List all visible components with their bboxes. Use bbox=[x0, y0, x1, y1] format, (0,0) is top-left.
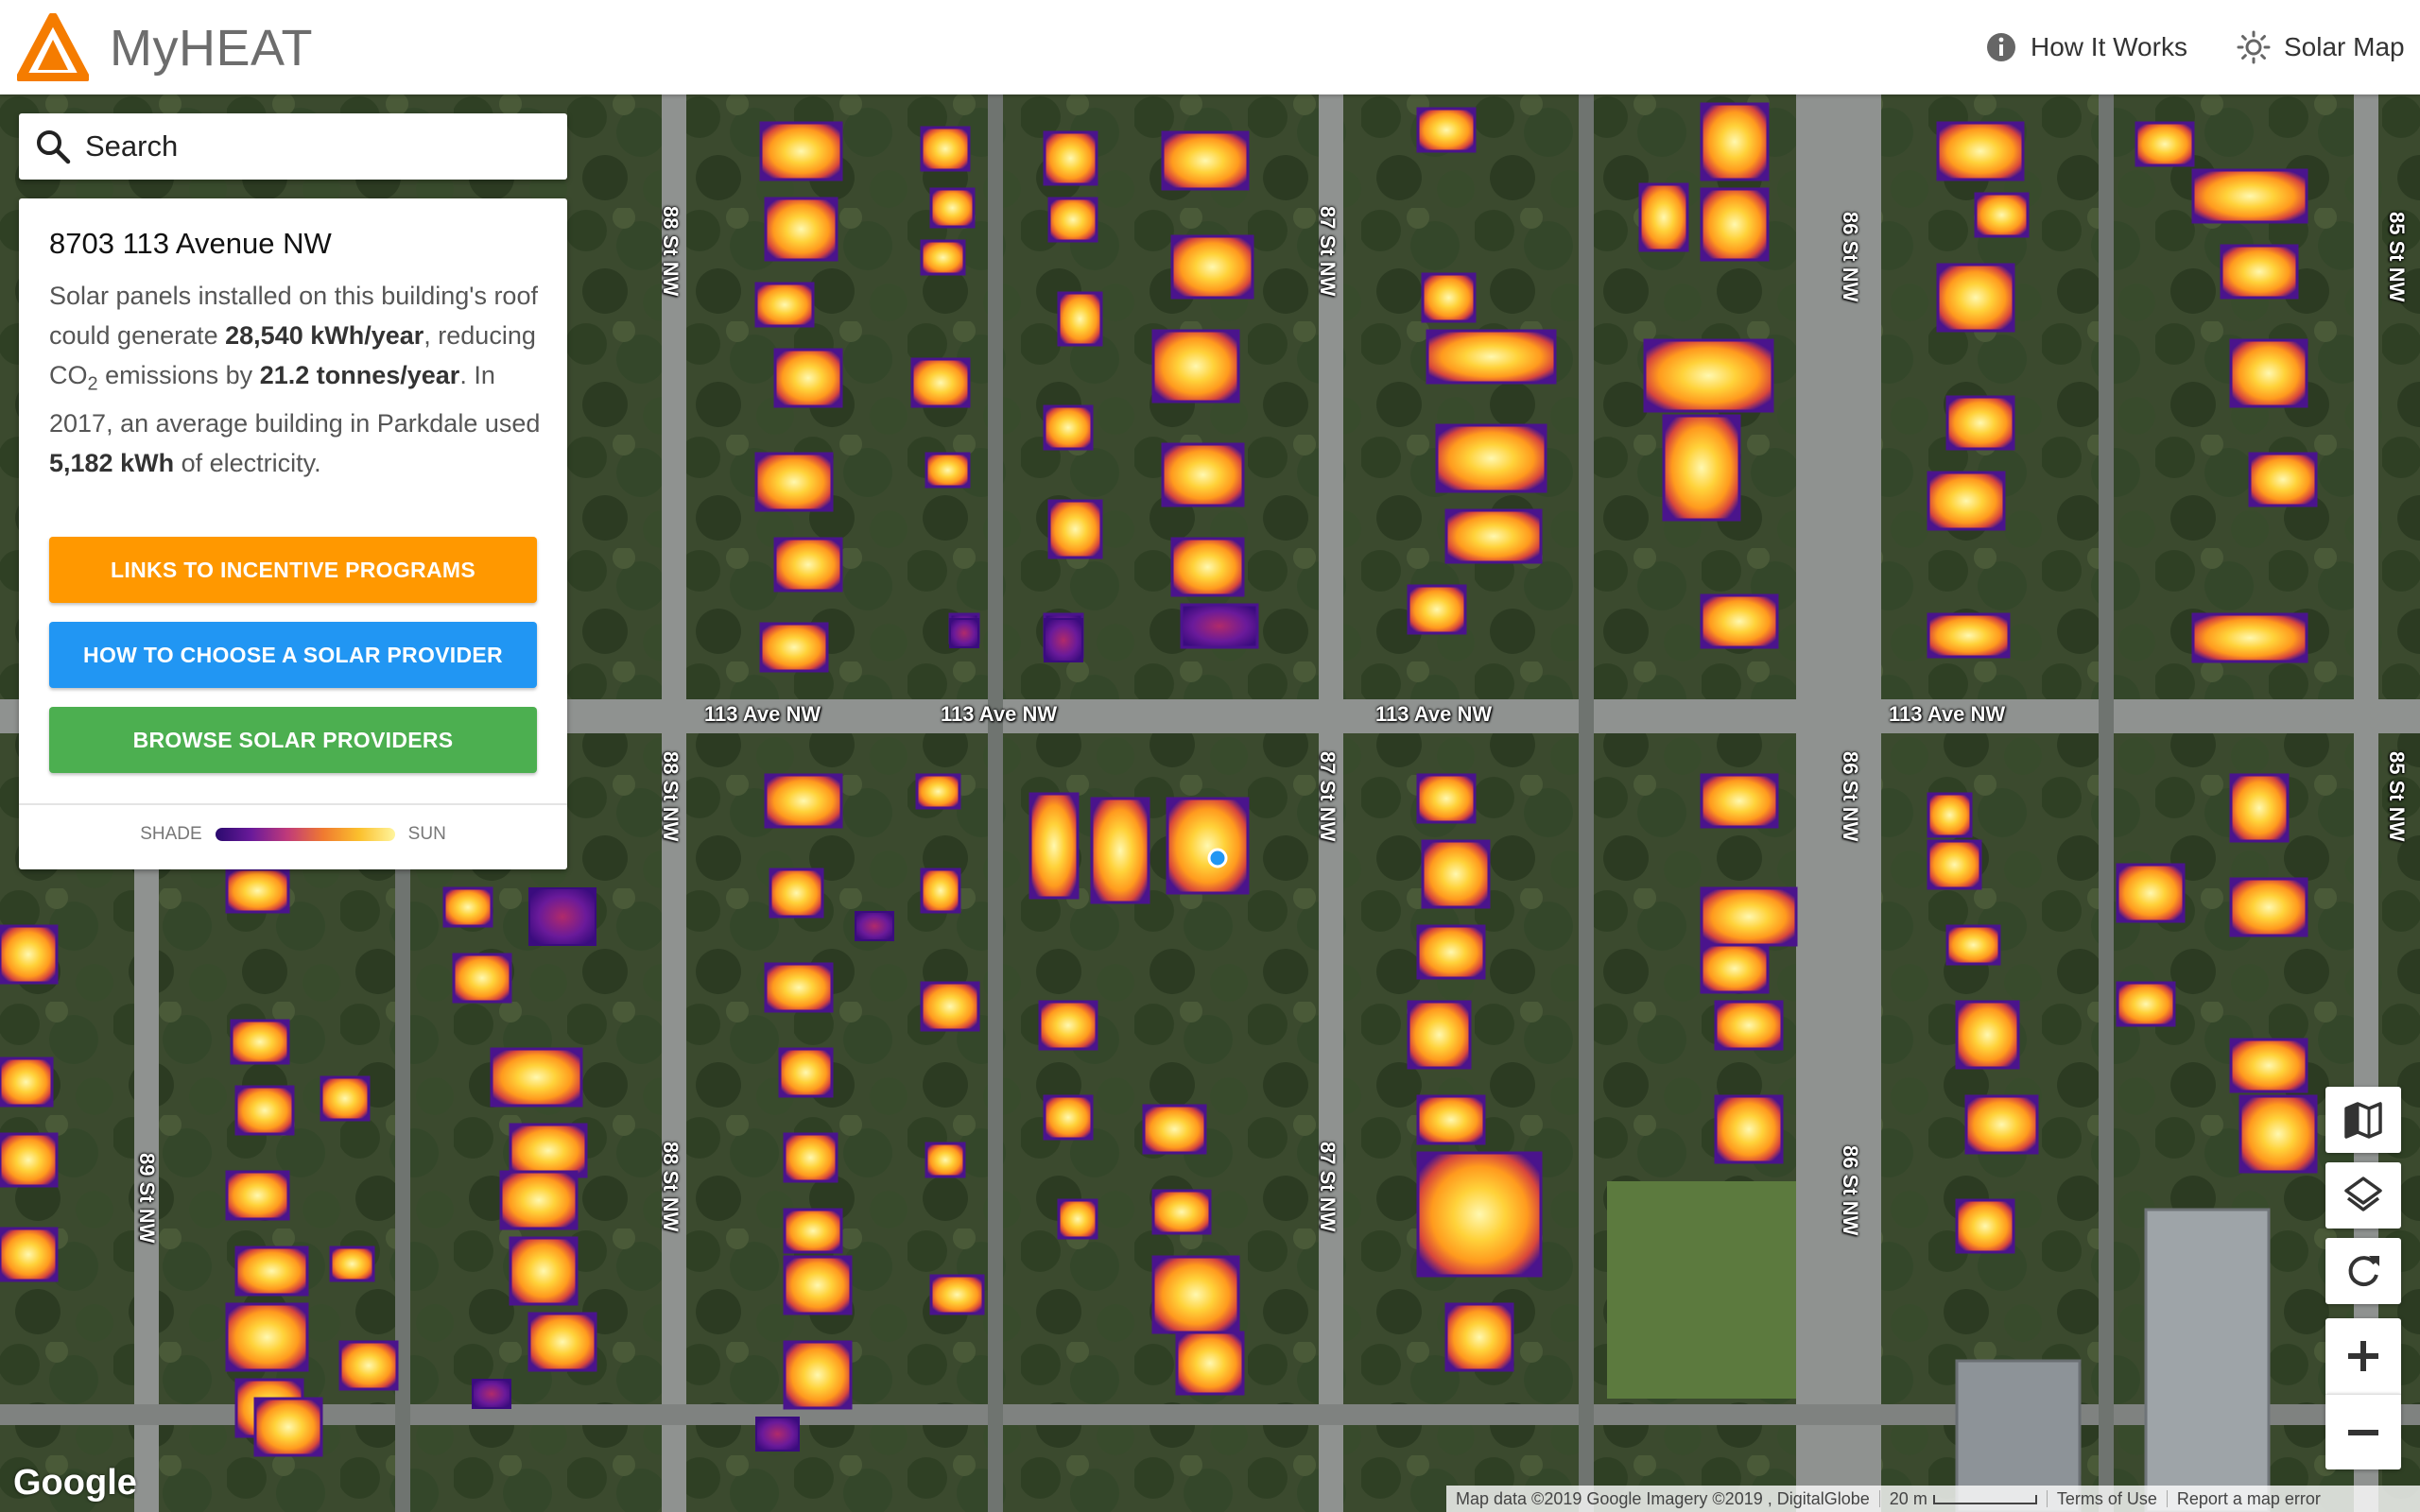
card-divider bbox=[19, 803, 567, 805]
street-label-113-ave-4: 113 Ave NW bbox=[1889, 702, 2006, 726]
nav-solar-map-label: Solar Map bbox=[2284, 32, 2405, 61]
search-input[interactable] bbox=[85, 129, 539, 163]
street-label-89-st: 89 St NW bbox=[135, 1153, 159, 1244]
scale-bar bbox=[1932, 1494, 2037, 1504]
street-label-113-ave-2: 113 Ave NW bbox=[941, 702, 1058, 726]
street-label-86-st-bottom: 86 St NW bbox=[1839, 1145, 1862, 1236]
street-label-87-st-bottom: 87 St NW bbox=[1316, 1142, 1340, 1232]
selected-location-marker[interactable] bbox=[1207, 848, 1228, 868]
map-icon bbox=[2344, 1102, 2382, 1139]
choose-solar-provider-button[interactable]: HOW TO CHOOSE A SOLAR PROVIDER bbox=[49, 622, 537, 688]
legend-gradient-bar bbox=[215, 828, 395, 841]
incentive-programs-button[interactable]: LINKS TO INCENTIVE PROGRAMS bbox=[49, 537, 537, 603]
street-label-86-st-top: 86 St NW bbox=[1839, 212, 1862, 302]
solar-potential-description: Solar panels installed on this building'… bbox=[49, 276, 550, 483]
plus-icon bbox=[2348, 1341, 2378, 1371]
myheat-logo-icon[interactable] bbox=[17, 13, 89, 81]
layers-icon bbox=[2344, 1177, 2382, 1211]
report-map-error-link[interactable]: Report a map error bbox=[2168, 1489, 2330, 1509]
search-bar[interactable] bbox=[19, 113, 567, 180]
minus-icon bbox=[2348, 1429, 2378, 1435]
terms-of-use-link[interactable]: Terms of Use bbox=[2048, 1489, 2167, 1509]
co2-subscript: 2 bbox=[87, 373, 98, 395]
nav-how-it-works[interactable]: How It Works bbox=[1985, 26, 2187, 68]
legend-shade-label: SHADE bbox=[140, 824, 202, 844]
building-info-card: 8703 113 Avenue NW Solar panels installe… bbox=[19, 198, 567, 869]
building-address: 8703 113 Avenue NW bbox=[49, 227, 332, 260]
info-icon bbox=[1987, 33, 2015, 61]
search-icon[interactable] bbox=[34, 128, 72, 165]
map-type-button[interactable] bbox=[2325, 1087, 2401, 1153]
layers-button[interactable] bbox=[2325, 1162, 2401, 1228]
street-label-86-st-mid: 86 St NW bbox=[1839, 751, 1862, 842]
street-label-113-ave-1: 113 Ave NW bbox=[704, 702, 821, 726]
refresh-button[interactable] bbox=[2325, 1238, 2401, 1304]
google-logo[interactable]: Google bbox=[13, 1463, 137, 1503]
generation-value: 28,540 kWh/year bbox=[225, 321, 424, 350]
brand-name[interactable]: MyHEAT bbox=[110, 19, 313, 77]
legend-sun-label: SUN bbox=[407, 824, 446, 844]
desc-text-5: of electricity. bbox=[174, 449, 321, 478]
app-header: MyHEAT How It Works Solar Map bbox=[0, 0, 2420, 94]
apartment-building bbox=[2144, 1208, 2271, 1512]
reduction-value: 21.2 tonnes/year bbox=[259, 361, 460, 389]
street-label-113-ave-3: 113 Ave NW bbox=[1375, 702, 1493, 726]
shade-sun-legend: SHADE SUN bbox=[19, 824, 567, 845]
street-label-88-st-bottom: 88 St NW bbox=[659, 1142, 683, 1232]
map-scale[interactable]: 20 m bbox=[1880, 1489, 2047, 1509]
street-label-87-st-mid: 87 St NW bbox=[1316, 751, 1340, 842]
nav-solar-map[interactable]: Solar Map bbox=[2237, 26, 2405, 68]
street-label-85-st-top: 85 St NW bbox=[2385, 212, 2409, 302]
street-label-88-st-mid: 88 St NW bbox=[659, 751, 683, 842]
sun-icon bbox=[2237, 30, 2271, 64]
street-label-88-st-top: 88 St NW bbox=[659, 206, 683, 297]
nav-how-it-works-label: How It Works bbox=[2031, 32, 2187, 61]
scale-label: 20 m bbox=[1889, 1488, 1927, 1508]
zoom-out-button[interactable] bbox=[2325, 1394, 2401, 1469]
zoom-in-button[interactable] bbox=[2325, 1318, 2401, 1394]
street-label-85-st-mid: 85 St NW bbox=[2385, 751, 2409, 842]
map-attribution-bar: Map data ©2019 Google Imagery ©2019 , Di… bbox=[1446, 1486, 2420, 1512]
map-data-attribution: Map data ©2019 Google Imagery ©2019 , Di… bbox=[1456, 1488, 1870, 1508]
refresh-icon bbox=[2348, 1256, 2379, 1287]
browse-solar-providers-button[interactable]: BROWSE SOLAR PROVIDERS bbox=[49, 707, 537, 773]
desc-text-3: emissions by bbox=[97, 361, 260, 389]
park-field bbox=[1607, 1181, 1796, 1399]
average-use-value: 5,182 kWh bbox=[49, 449, 175, 478]
street-label-87-st-top: 87 St NW bbox=[1316, 206, 1340, 297]
